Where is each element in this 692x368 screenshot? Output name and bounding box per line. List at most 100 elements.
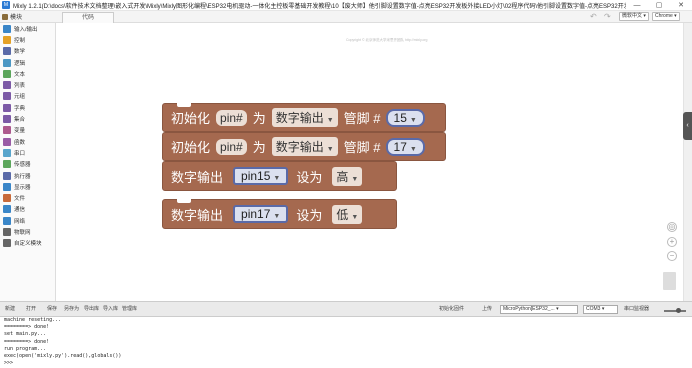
sidebar-item[interactable]: 列表 xyxy=(0,79,55,90)
category-icon xyxy=(3,239,11,248)
sidebar-item[interactable]: 通信 xyxy=(0,204,55,215)
board-select[interactable]: MicroPython[ESP32_... ▾ xyxy=(500,305,578,314)
blocks-workspace[interactable]: Copyright © 北京师范大学米思齐团队 http://mixly.org… xyxy=(56,23,683,301)
category-icon xyxy=(3,216,11,225)
pin-variable-dropdown[interactable]: pin15 ▼ xyxy=(233,167,289,185)
sidebar-item-label: 数学 xyxy=(14,49,26,56)
digital-write-block-2[interactable]: 数字输出 pin17 ▼ 设为 低 ▼ xyxy=(162,199,397,229)
category-icon xyxy=(3,92,11,101)
sidebar-item[interactable]: 显示器 xyxy=(0,181,55,192)
category-icon xyxy=(3,160,11,169)
sidebar-item[interactable]: 物联网 xyxy=(0,226,55,237)
category-icon xyxy=(3,182,11,191)
bottom-toolbar: 新建 打开 保存 另存为 导出库 导入库 管理库 初始化固件 上传 MicroP… xyxy=(0,301,692,317)
level-dropdown[interactable]: 高 ▼ xyxy=(332,166,363,186)
import-lib-button[interactable]: 导入库 xyxy=(103,305,118,312)
block-text: 设为 xyxy=(296,207,323,223)
sidebar-item[interactable]: 元组 xyxy=(0,91,55,102)
sidebar-item[interactable]: 控制 xyxy=(0,34,55,45)
category-icon xyxy=(3,115,11,124)
sidebar-item[interactable]: 数学 xyxy=(0,46,55,57)
manage-lib-button[interactable]: 管理库 xyxy=(122,305,137,312)
minimize-button[interactable]: — xyxy=(626,2,648,9)
redo-icon[interactable]: ↷ xyxy=(604,12,611,21)
sidebar-item-label: 通信 xyxy=(14,207,26,214)
pin-name-field[interactable]: pin# xyxy=(216,138,247,155)
block-text: 为 xyxy=(252,111,266,126)
title-bar: M Mixly 1.2.1(D:\docs\软件技术文档整理\嵌入式开发\Mix… xyxy=(0,0,692,11)
workspace-scrollbar[interactable] xyxy=(683,23,692,301)
console-line: set main.py... xyxy=(4,331,47,338)
console-size-slider[interactable] xyxy=(664,308,686,313)
category-icon xyxy=(3,126,11,135)
pin-number-dropdown[interactable]: 15 ▼ xyxy=(385,108,425,127)
browser-select[interactable]: Chrome ▾ xyxy=(652,12,680,21)
sidebar-item[interactable]: 执行器 xyxy=(0,170,55,181)
save-button[interactable]: 保存 xyxy=(47,305,57,312)
pin-number-dropdown[interactable]: 17 ▼ xyxy=(385,137,425,156)
output-console[interactable]: machine reseting... ========> done! set ma… xyxy=(0,317,692,368)
pin-name-field[interactable]: pin# xyxy=(216,109,247,126)
dropdown-arrow-icon: ▼ xyxy=(409,145,417,153)
sidebar-item-label: 元组 xyxy=(14,94,26,101)
serial-monitor-button[interactable]: 串口监视器 xyxy=(624,305,649,312)
trash-icon[interactable] xyxy=(663,272,676,290)
init-pin-block-2[interactable]: 初始化 pin# 为 数字输出 ▼ 管脚 # 17 ▼ xyxy=(162,132,446,161)
close-button[interactable]: ✕ xyxy=(670,1,692,9)
font-select[interactable]: 微软中文 ▾ xyxy=(619,12,649,21)
sidebar-item[interactable]: 集合 xyxy=(0,113,55,124)
block-text: 数字输出 xyxy=(171,207,224,223)
category-icon xyxy=(3,227,11,236)
category-icon xyxy=(3,47,11,56)
sidebar-item[interactable]: 函数 xyxy=(0,136,55,147)
dropdown-arrow-icon: ▼ xyxy=(351,175,359,183)
pin-number-value: 15 xyxy=(393,110,407,125)
sidebar-item[interactable]: 变量 xyxy=(0,125,55,136)
sidebar-item[interactable]: 逻辑 xyxy=(0,57,55,68)
sidebar-item[interactable]: 传感器 xyxy=(0,159,55,170)
upload-button[interactable]: 上传 xyxy=(482,305,492,312)
pin-variable-dropdown[interactable]: pin17 ▼ xyxy=(233,205,289,223)
open-button[interactable]: 打开 xyxy=(26,305,36,312)
modules-header[interactable]: 模块 xyxy=(2,12,22,21)
init-firmware-button[interactable]: 初始化固件 xyxy=(439,305,464,312)
digital-write-block-1[interactable]: 数字输出 pin15 ▼ 设为 高 ▼ xyxy=(162,161,397,191)
init-pin-block-1[interactable]: 初始化 pin# 为 数字输出 ▼ 管脚 # 15 ▼ xyxy=(162,103,446,132)
console-line: ========> done! xyxy=(4,338,50,345)
pin-mode-dropdown[interactable]: 数字输出 ▼ xyxy=(271,108,338,127)
sidebar-item[interactable]: 文本 xyxy=(0,68,55,79)
font-select-value: 微软中文 xyxy=(622,13,643,19)
recenter-icon[interactable]: ◎ xyxy=(667,222,677,232)
flyout-toggle-icon[interactable]: ‹ xyxy=(683,112,692,140)
level-dropdown[interactable]: 低 ▼ xyxy=(332,204,363,224)
sidebar-item[interactable]: 串口 xyxy=(0,147,55,158)
sidebar-item-label: 串口 xyxy=(14,150,26,157)
save-as-button[interactable]: 另存为 xyxy=(64,305,79,312)
pin-variable-value: pin15 xyxy=(241,169,271,183)
port-select[interactable]: COM3 ▾ xyxy=(583,305,618,314)
sidebar-item[interactable]: 网络 xyxy=(0,215,55,226)
tab-code[interactable]: 代码 xyxy=(62,12,114,23)
pin-mode-dropdown[interactable]: 数字输出 ▼ xyxy=(271,137,338,156)
dropdown-arrow-icon: ▼ xyxy=(273,175,281,182)
maximize-button[interactable]: ▢ xyxy=(648,1,670,9)
dropdown-arrow-icon: ▼ xyxy=(409,116,417,124)
sidebar-item[interactable]: 文件 xyxy=(0,192,55,203)
zoom-in-icon[interactable]: + xyxy=(667,237,677,247)
zoom-out-icon[interactable]: − xyxy=(667,251,677,261)
dropdown-arrow-icon: ▼ xyxy=(326,146,334,153)
category-icon xyxy=(3,69,11,78)
sidebar-item[interactable]: 自定义模块 xyxy=(0,238,55,249)
console-line: ========> done! xyxy=(4,324,50,331)
category-sidebar: 输入/输出 控制数学逻辑 文本 列表元组 字典 集合 变量 函数串口传感器 执行器显示器 文件通信… xyxy=(0,23,56,301)
level-value: 高 xyxy=(336,169,349,184)
undo-icon[interactable]: ↶ xyxy=(590,12,597,21)
dropdown-arrow-icon: ▼ xyxy=(273,213,281,220)
sidebar-item-label: 显示器 xyxy=(14,184,31,191)
category-icon xyxy=(3,58,11,67)
new-button[interactable]: 新建 xyxy=(5,305,15,312)
export-lib-button[interactable]: 导出库 xyxy=(84,305,99,312)
sidebar-item-label: 逻辑 xyxy=(14,60,26,67)
sidebar-item[interactable]: 输入/输出 xyxy=(0,23,55,34)
sidebar-item[interactable]: 字典 xyxy=(0,102,55,113)
